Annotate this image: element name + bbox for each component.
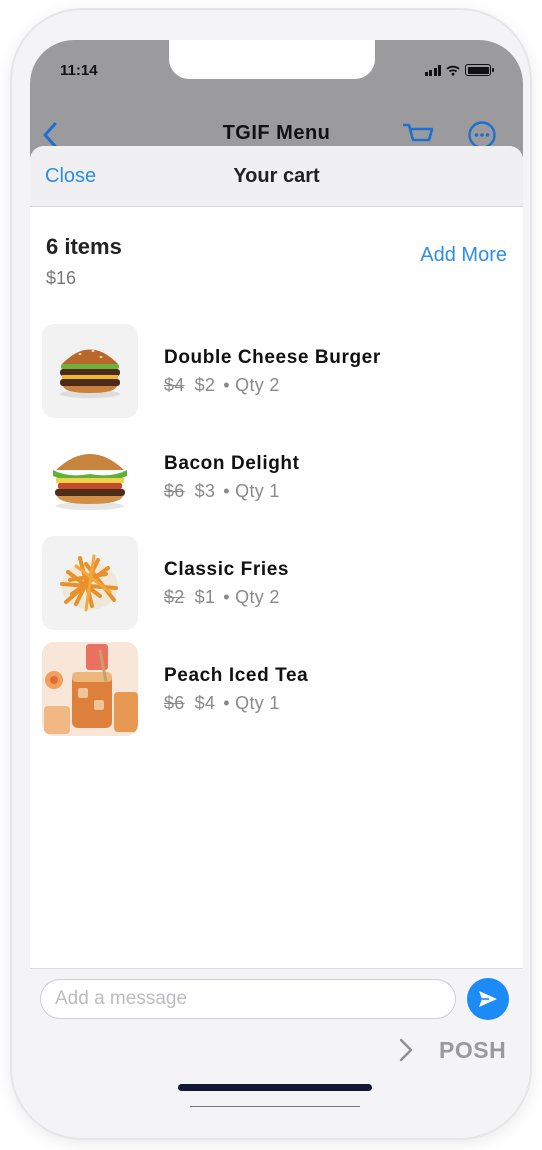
status-icons bbox=[424, 64, 494, 76]
item-name: Double Cheese Burger bbox=[164, 346, 381, 368]
old-price: $4 bbox=[164, 374, 185, 395]
send-icon bbox=[479, 991, 497, 1007]
item-name: Bacon Delight bbox=[164, 452, 300, 474]
item-info: Bacon Delight $6 $3 • Qty 1 bbox=[164, 453, 300, 502]
send-button[interactable] bbox=[467, 978, 509, 1020]
list-item[interactable]: Double Cheese Burger $4 $2 • Qty 2 bbox=[42, 318, 512, 424]
item-info: Double Cheese Burger $4 $2 • Qty 2 bbox=[164, 347, 381, 396]
old-price: $6 bbox=[164, 480, 185, 501]
item-info: Peach Iced Tea $6 $4 • Qty 1 bbox=[164, 665, 308, 714]
brand-label: POSH bbox=[439, 1037, 507, 1063]
divider bbox=[190, 1106, 360, 1107]
item-info: Classic Fries $2 $1 • Qty 2 bbox=[164, 559, 289, 608]
item-price: $4 bbox=[194, 692, 216, 713]
wifi-icon bbox=[446, 65, 460, 76]
burger-image bbox=[42, 324, 138, 418]
item-qty: • Qty 1 bbox=[223, 480, 280, 501]
item-price: $1 bbox=[194, 586, 216, 607]
home-indicator[interactable] bbox=[178, 1084, 372, 1091]
battery-icon bbox=[465, 64, 494, 76]
add-more-button[interactable]: Add More bbox=[420, 244, 507, 267]
cart-total: $16 bbox=[46, 268, 77, 288]
signal-icon bbox=[424, 64, 441, 76]
price-line: $6 $4 • Qty 1 bbox=[164, 693, 308, 714]
price-line: $4 $2 • Qty 2 bbox=[164, 375, 381, 396]
cart-items-list: Double Cheese Burger $4 $2 • Qty 2 Bacon… bbox=[42, 318, 512, 742]
chevron-right-icon[interactable] bbox=[398, 1037, 414, 1063]
list-item[interactable]: Bacon Delight $6 $3 • Qty 1 bbox=[42, 424, 512, 530]
item-qty: • Qty 2 bbox=[223, 586, 280, 607]
item-price: $2 bbox=[194, 374, 216, 395]
menu-title: TGIF Menu bbox=[222, 122, 331, 144]
item-name: Peach Iced Tea bbox=[164, 664, 309, 686]
price-line: $2 $1 • Qty 2 bbox=[164, 587, 289, 608]
iced-tea-image bbox=[42, 642, 138, 736]
item-name: Classic Fries bbox=[164, 558, 290, 580]
price-line: $6 $3 • Qty 1 bbox=[164, 481, 300, 502]
old-price: $2 bbox=[164, 586, 185, 607]
item-qty: • Qty 1 bbox=[223, 692, 280, 713]
cart-sheet: Close Your cart 6 items $16 Add More Dou… bbox=[30, 146, 523, 1100]
bacon-burger-image bbox=[42, 430, 138, 524]
old-price: $6 bbox=[164, 692, 185, 713]
message-input[interactable] bbox=[40, 979, 456, 1019]
fries-image bbox=[42, 536, 138, 630]
notch bbox=[169, 40, 375, 79]
sheet-header: Close Your cart bbox=[30, 146, 523, 207]
item-count: 6 items bbox=[46, 234, 122, 259]
item-price: $3 bbox=[194, 480, 216, 501]
message-composer: POSH bbox=[30, 968, 523, 1100]
screen: 11:14 TGIF Menu Close Your cart 6 items … bbox=[30, 40, 523, 1100]
item-qty: • Qty 2 bbox=[223, 374, 280, 395]
list-item[interactable]: Classic Fries $2 $1 • Qty 2 bbox=[42, 530, 512, 636]
status-time: 11:14 bbox=[60, 62, 98, 79]
list-item[interactable]: Peach Iced Tea $6 $4 • Qty 1 bbox=[42, 636, 512, 742]
sheet-title: Your cart bbox=[233, 165, 320, 187]
